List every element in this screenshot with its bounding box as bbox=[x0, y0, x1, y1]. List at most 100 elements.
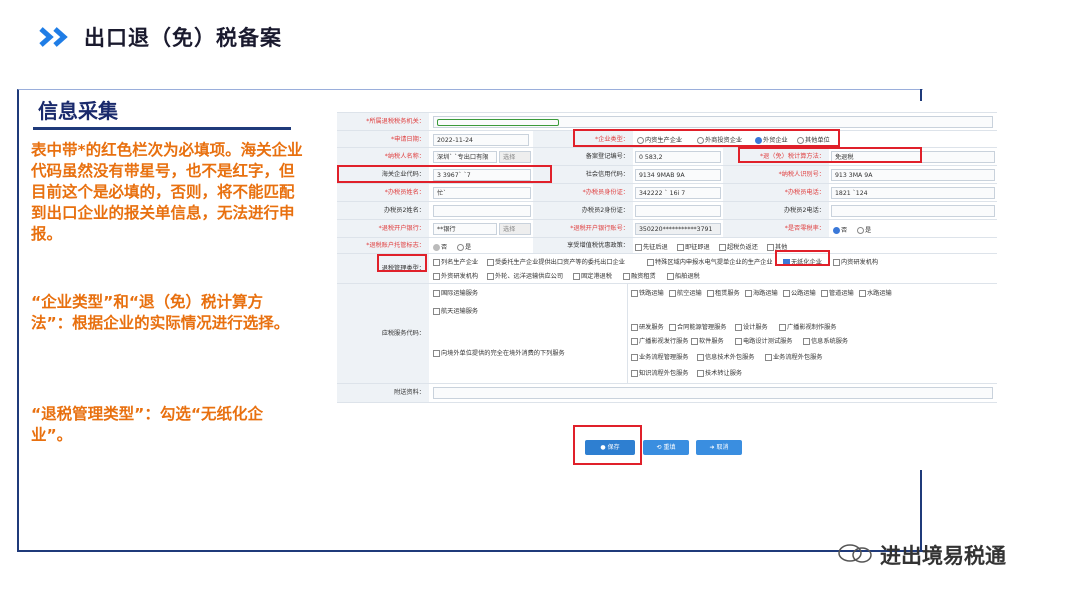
highlight-enterprise-type bbox=[573, 129, 840, 147]
taxpayer-name-label: *纳税人名称： bbox=[337, 148, 429, 166]
save-button[interactable]: ● 保存 bbox=[585, 440, 635, 455]
service-option[interactable]: 业务流程外包服务 bbox=[765, 352, 823, 361]
highlight-management-type-label bbox=[377, 254, 427, 272]
vat-policy-option[interactable]: 即征即退 bbox=[677, 242, 710, 251]
reset-button[interactable]: ⟲ 重填 bbox=[643, 440, 689, 455]
zero-rate-no-radio[interactable]: 否 bbox=[833, 225, 847, 234]
registration-no-label: 备案登记编号： bbox=[533, 148, 633, 166]
form-row: *退税账户托管标志： 否 是 享受增值税优惠政策： 先征后退 即征即退 超税负返… bbox=[337, 237, 997, 254]
panel-edge bbox=[920, 470, 922, 550]
vat-policy-option[interactable]: 超税负返还 bbox=[719, 242, 758, 251]
bank-input[interactable]: **银行 bbox=[433, 223, 497, 235]
section-underline bbox=[33, 127, 291, 130]
form-row: 应税服务代码： 国际运输服务 航天运输服务 向境外单位提供的完全在境外消费的下列… bbox=[337, 283, 997, 384]
custody-yes-radio[interactable]: 是 bbox=[457, 242, 471, 251]
management-type-option[interactable]: 内资研发机构 bbox=[833, 257, 878, 266]
section-title: 信息采集 bbox=[38, 99, 118, 123]
service-option[interactable]: 合同能源管理服务 bbox=[669, 322, 727, 331]
attachments-input[interactable] bbox=[433, 387, 993, 399]
service-option[interactable]: 知识流程外包服务 bbox=[631, 368, 689, 377]
service-option[interactable]: 研发服务 bbox=[631, 322, 664, 331]
highlight-paperless bbox=[775, 250, 830, 266]
service-option[interactable]: 国际运输服务 bbox=[433, 288, 478, 297]
service-option[interactable]: 业务流程管理服务 bbox=[631, 352, 689, 361]
apply-date-label: *申请日期： bbox=[337, 131, 429, 148]
page-title: 出口退（免）税备案 bbox=[84, 26, 282, 50]
zero-rate-yes-radio[interactable]: 是 bbox=[857, 225, 871, 234]
registration-no-input[interactable]: 0 583,2 bbox=[635, 151, 721, 163]
panel-edge bbox=[920, 89, 922, 101]
agent2-id-label: 办税员2身份证： bbox=[533, 202, 633, 220]
service-option[interactable]: 信息系统服务 bbox=[803, 336, 848, 345]
service-option[interactable]: 航天运输服务 bbox=[433, 306, 478, 315]
service-option[interactable]: 广播影视制作服务 bbox=[779, 322, 837, 331]
bank-account-label: *退税开户银行账号： bbox=[533, 220, 633, 238]
note-management-type: “退税管理类型”：勾选“无纸化企业”。 bbox=[31, 405, 264, 444]
highlight-refund-method bbox=[738, 147, 922, 163]
service-option[interactable]: 租赁服务 bbox=[707, 288, 740, 297]
bank-account-input[interactable]: 350220***********3791 bbox=[635, 223, 721, 235]
agent-name-label: *办税员姓名： bbox=[337, 184, 429, 202]
apply-date-input[interactable]: 2022-11-24 bbox=[433, 134, 529, 146]
agent-id-label: *办税员身份证： bbox=[533, 184, 633, 202]
form-row: 退税管理类型： 列名生产企业 受委托生产企业提供出口资产等的委托出口企业 特殊区… bbox=[337, 253, 997, 284]
service-option[interactable]: 广播影视发行服务 bbox=[631, 336, 689, 345]
service-left-col: 国际运输服务 航天运输服务 向境外单位提供的完全在境外消费的下列服务 bbox=[431, 284, 628, 384]
management-type-option[interactable]: 融资租赁 bbox=[623, 271, 656, 280]
service-option[interactable]: 信息技术外包服务 bbox=[697, 352, 755, 361]
note-enterprise-type: “企业类型”和“退（免）税计算方法”：根据企业的实际情况进行选择。 bbox=[31, 293, 290, 332]
management-type-option[interactable]: 船舶退税 bbox=[667, 271, 700, 280]
zero-rate-label: *是否零税率： bbox=[723, 220, 829, 238]
vat-policy-label: 享受增值税优惠政策： bbox=[533, 238, 633, 254]
service-option[interactable]: 铁路运输 bbox=[631, 288, 664, 297]
taxpayer-select-button[interactable]: 选择 bbox=[499, 151, 531, 163]
taxpayer-name-input[interactable]: 深圳` `专出口有限 bbox=[433, 151, 497, 163]
management-type-option[interactable]: 列名生产企业 bbox=[433, 257, 478, 266]
service-option[interactable]: 软件服务 bbox=[691, 336, 724, 345]
agent-id-input[interactable]: 342222 ` 16i 7 bbox=[635, 187, 721, 199]
custody-no-radio[interactable]: 否 bbox=[433, 242, 447, 251]
service-option[interactable]: 海路运输 bbox=[745, 288, 778, 297]
form-row: 办税员2姓名： 办税员2身份证： 办税员2电话： bbox=[337, 201, 997, 220]
note-required-fields: 表中带*的红色栏次为必填项。海关企业代码虽然没有带星号，也不是红字，但目前这个是… bbox=[31, 141, 303, 243]
bank-select-button[interactable]: 选择 bbox=[499, 223, 531, 235]
service-right-col: 铁路运输 航空运输 租赁服务 海路运输 公路运输 管道运输 水路运输 研发服务 … bbox=[631, 284, 995, 384]
agent2-phone-input[interactable] bbox=[831, 205, 995, 217]
agent2-name-input[interactable] bbox=[433, 205, 531, 217]
service-option[interactable]: 向境外单位提供的完全在境外消费的下列服务 bbox=[433, 348, 565, 357]
service-option[interactable]: 水路运输 bbox=[859, 288, 892, 297]
form-row: 附送资料： bbox=[337, 383, 997, 403]
tax-authority-label: *所属退税税务机关： bbox=[337, 113, 429, 131]
service-option[interactable]: 设计服务 bbox=[735, 322, 768, 331]
management-type-option[interactable]: 特殊区域内申报水电气提单企业的生产企业 bbox=[647, 257, 773, 266]
bank-label: *退税开户银行： bbox=[337, 220, 429, 238]
form-row: *办税员姓名： 忙` *办税员身份证： 342222 ` 16i 7 *办税员电… bbox=[337, 183, 997, 202]
agent-phone-input[interactable]: 1821 `124 bbox=[831, 187, 995, 199]
highlight-customs-code bbox=[337, 165, 552, 183]
service-option[interactable]: 管道运输 bbox=[821, 288, 854, 297]
taxable-service-label: 应税服务代码： bbox=[337, 284, 429, 384]
tax-authority-select[interactable] bbox=[433, 116, 993, 128]
service-option[interactable]: 航空运输 bbox=[669, 288, 702, 297]
service-option[interactable]: 电路设计测试服务 bbox=[735, 336, 793, 345]
agent-name-input[interactable]: 忙` bbox=[433, 187, 531, 199]
cancel-button[interactable]: ➜ 取消 bbox=[696, 440, 742, 455]
agent2-phone-label: 办税员2电话： bbox=[723, 202, 829, 220]
watermark-text: 进出境易税通 bbox=[880, 544, 1006, 568]
agent-phone-label: *办税员电话： bbox=[723, 184, 829, 202]
service-option[interactable]: 公路运输 bbox=[783, 288, 816, 297]
credit-code-input[interactable]: 9134 9MAB 9A bbox=[635, 169, 721, 181]
taxpayer-id-label: *纳税人识别号： bbox=[723, 166, 829, 184]
management-type-option[interactable]: 外资研发机构 bbox=[433, 271, 478, 280]
agent2-id-input[interactable] bbox=[635, 205, 721, 217]
vat-policy-option[interactable]: 先征后退 bbox=[635, 242, 668, 251]
management-type-option[interactable]: 受委托生产企业提供出口资产等的委托出口企业 bbox=[487, 257, 625, 266]
taxpayer-id-input[interactable]: 913 3MA 9A bbox=[831, 169, 995, 181]
wechat-icon bbox=[838, 544, 872, 563]
service-option[interactable]: 技术转让服务 bbox=[697, 368, 742, 377]
attachments-label: 附送资料： bbox=[337, 384, 429, 402]
management-type-option[interactable]: 固定港退税 bbox=[573, 271, 612, 280]
custody-label: *退税账户托管标志： bbox=[337, 238, 429, 254]
management-type-option[interactable]: 外轮、远洋运输供应公司 bbox=[487, 271, 563, 280]
double-chevron-icon bbox=[39, 27, 68, 47]
